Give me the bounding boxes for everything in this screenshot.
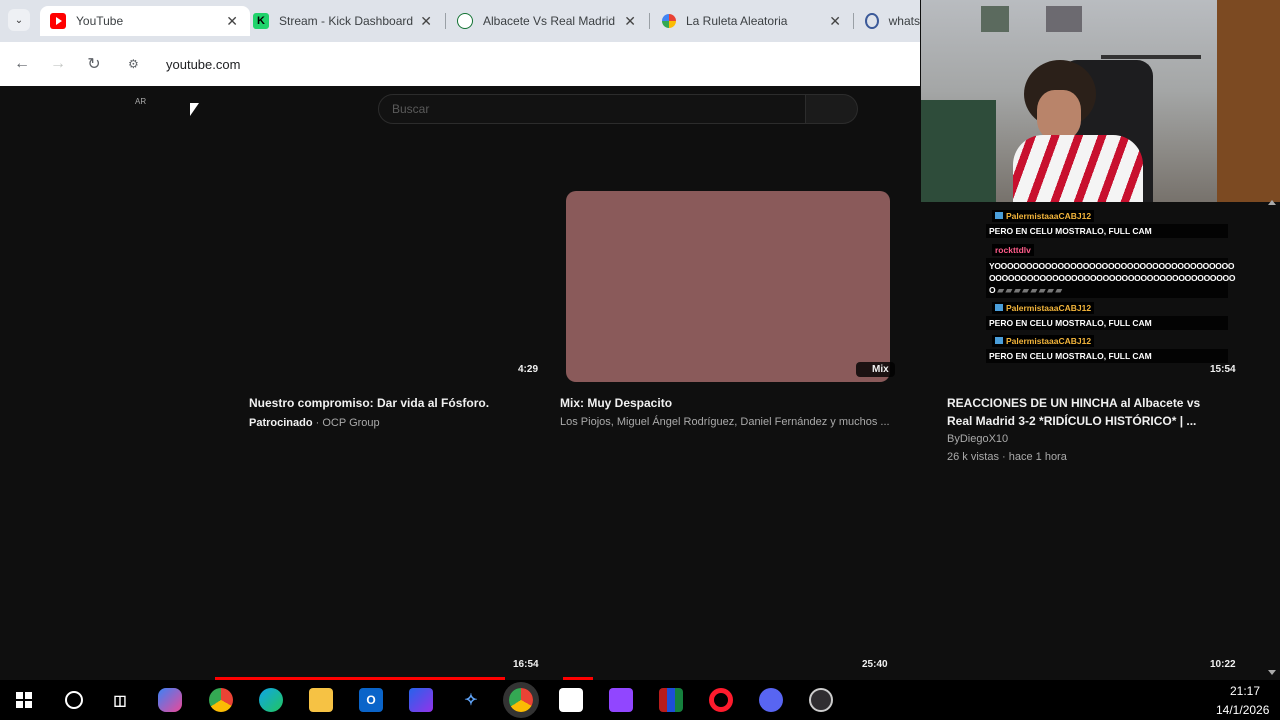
scroll-down-icon[interactable]	[1268, 670, 1276, 675]
video-title-line-1[interactable]: REACCIONES DE UN HINCHA al Albacete vs	[947, 394, 1200, 412]
chat-username: PalermistaaaCABJ12	[992, 210, 1095, 222]
back-button[interactable]: ←	[10, 52, 34, 76]
taskbar-time[interactable]: 21:17	[1230, 684, 1260, 698]
poster	[981, 6, 1009, 32]
chat-message: PERO EN CELU MOSTRALO, FULL CAM	[986, 224, 1228, 238]
taskbar-date[interactable]: 14/1/2026	[1216, 703, 1269, 717]
wheel-icon	[662, 14, 676, 28]
emote-icons: ▰ ▰ ▰ ▰ ▰ ▰ ▰ ▰	[997, 285, 1062, 295]
tab-ruleta[interactable]: La Ruleta Aleatoria ✕	[662, 6, 844, 36]
tab-title: whats	[888, 14, 920, 28]
microsoft-365-icon[interactable]	[409, 688, 433, 712]
country-code: AR	[135, 97, 147, 106]
scroll-up-icon[interactable]	[1268, 200, 1276, 205]
channel-name[interactable]: OCP Group	[322, 417, 379, 429]
tab-title: Stream - Kick Dashboard	[279, 14, 414, 28]
video-title-line-2[interactable]: Real Madrid 3-2 *RIDÍCULO HISTÓRICO* | .…	[947, 412, 1196, 430]
bed	[921, 100, 996, 202]
video-title[interactable]: Nuestro compromiso: Dar vida al Fósforo.	[249, 394, 489, 412]
person-shirt	[1013, 135, 1143, 202]
webcam-feed	[921, 0, 1280, 202]
tab-title: Albacete Vs Real Madrid	[483, 14, 616, 28]
outlook-icon[interactable]: O	[359, 688, 383, 712]
search-button[interactable]	[806, 94, 858, 124]
whatsapp-icon	[865, 13, 879, 29]
search-icon[interactable]	[62, 688, 86, 712]
tab-divider	[853, 13, 854, 29]
video-duration: 15:54	[1210, 364, 1236, 375]
discord-icon[interactable]	[759, 688, 783, 712]
chat-username: rockttdlv	[992, 244, 1034, 256]
tab-search-button[interactable]: ⌄	[8, 9, 30, 31]
tab-albacete[interactable]: Albacete Vs Real Madrid ✕	[457, 6, 639, 36]
tab-divider	[649, 13, 650, 29]
search-input[interactable]: Buscar	[378, 94, 806, 124]
door	[1217, 0, 1280, 202]
video-duration: 4:29	[518, 364, 539, 375]
reload-button[interactable]: ↻	[82, 52, 106, 76]
video-meta: Patrocinado · OCP Group	[249, 417, 380, 429]
tab-divider	[445, 13, 446, 29]
tab-kick[interactable]: K Stream - Kick Dashboard ✕	[253, 6, 435, 36]
obs-icon[interactable]	[809, 688, 833, 712]
video-title[interactable]: Mix: Muy Despacito	[560, 394, 672, 412]
file-explorer-icon[interactable]	[309, 688, 333, 712]
video-duration: 25:40	[862, 659, 888, 670]
channel-name[interactable]: ByDiegoX10	[947, 433, 1008, 445]
close-icon[interactable]: ✕	[624, 13, 636, 30]
winrar-icon[interactable]	[659, 688, 683, 712]
store-icon[interactable]	[559, 688, 583, 712]
video-stats: 26 k vistas · hace 1 hora	[947, 451, 1067, 463]
close-icon[interactable]: ✕	[829, 13, 841, 30]
chat-message: PERO EN CELU MOSTRALO, FULL CAM	[986, 349, 1228, 363]
chrome-icon[interactable]	[209, 688, 233, 712]
chat-username: PalermistaaaCABJ12	[992, 302, 1095, 314]
mix-badge: Mix	[856, 362, 895, 377]
reload-icon: ↻	[87, 56, 101, 73]
url-text: youtube.com	[166, 56, 241, 72]
windows-start-icon[interactable]	[12, 688, 36, 712]
soccer-ball-icon	[457, 13, 473, 29]
tab-youtube[interactable]: YouTube ✕	[40, 6, 250, 36]
app-icon[interactable]: ✧	[459, 688, 483, 712]
arrow-left-icon: ←	[14, 55, 30, 72]
chevron-down-icon: ⌄	[14, 14, 24, 26]
arrow-right-icon: →	[50, 55, 66, 72]
channel-name[interactable]: Los Piojos, Miguel Ángel Rodríguez, Dani…	[560, 416, 890, 428]
copilot-icon[interactable]	[158, 688, 182, 712]
poster	[1046, 6, 1082, 32]
close-icon[interactable]: ✕	[226, 13, 238, 30]
address-bar[interactable]: ⚙ youtube.com	[118, 50, 908, 78]
tab-whats[interactable]: whats	[865, 6, 920, 36]
twitch-icon[interactable]	[609, 688, 633, 712]
video-thumbnail[interactable]	[566, 191, 890, 382]
browser-tab-bar: ⌄ YouTube ✕ K Stream - Kick Dashboard ✕ …	[0, 0, 920, 42]
mouse-cursor-icon	[190, 103, 199, 116]
video-duration: 10:22	[1210, 659, 1236, 670]
chat-username: PalermistaaaCABJ12	[992, 335, 1095, 347]
wall-shelf	[1101, 55, 1201, 59]
tab-title: La Ruleta Aleatoria	[686, 14, 788, 28]
chrome-active-icon[interactable]	[509, 688, 533, 712]
search-placeholder: Buscar	[392, 102, 430, 116]
sponsored-label: Patrocinado	[249, 417, 313, 429]
task-view-icon[interactable]: ◫	[108, 688, 132, 712]
chat-message: PERO EN CELU MOSTRALO, FULL CAM	[986, 316, 1228, 330]
windows-taskbar	[0, 680, 1280, 720]
close-icon[interactable]: ✕	[420, 13, 432, 30]
stream-chat: PalermistaaaCABJ12 PERO EN CELU MOSTRALO…	[986, 208, 1235, 363]
forward-button[interactable]: →	[46, 52, 70, 76]
badge-icon	[995, 304, 1003, 311]
badge-icon	[995, 337, 1003, 344]
badge-icon	[995, 212, 1003, 219]
opera-icon[interactable]	[709, 688, 733, 712]
edge-icon[interactable]	[259, 688, 283, 712]
tab-title: YouTube	[76, 14, 124, 28]
kick-icon: K	[253, 13, 269, 29]
site-settings-icon[interactable]: ⚙	[128, 57, 146, 71]
youtube-icon	[50, 13, 66, 29]
video-duration: 16:54	[513, 659, 539, 670]
chat-message: YOOOOOOOOOOOOOOOOOOOOOOOOOOOOOOOOOOOOOO …	[986, 258, 1235, 298]
person-face	[1037, 90, 1081, 140]
